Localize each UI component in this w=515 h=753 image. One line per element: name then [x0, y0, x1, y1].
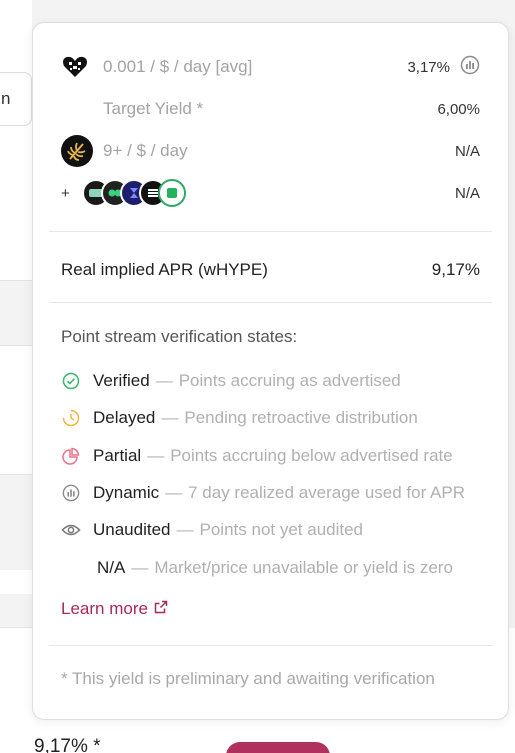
yield-row-others: + N/A [61, 179, 480, 207]
real-apr-value: 9,17% [431, 260, 480, 279]
state-partial: Partial — Points accruing below advertis… [61, 443, 488, 469]
background-select-button[interactable]: n [0, 72, 32, 126]
yield-row-hype: 0.001 / $ / day [avg] 3,17% [61, 53, 480, 81]
state-name: Delayed [93, 408, 156, 427]
background-panel-top [0, 0, 32, 280]
footnote: * This yield is preliminary and awaiting… [61, 669, 435, 688]
state-name: Dynamic [93, 483, 160, 502]
clock-icon [61, 408, 81, 428]
real-apr-row: Real implied APR (wHYPE) 9,17% [61, 255, 480, 285]
state-delayed: Delayed — Pending retroactive distributi… [61, 405, 488, 431]
yield-row-label: 9+ / $ / day [103, 141, 188, 160]
background-panel-row [0, 570, 32, 594]
state-separator: — [165, 483, 183, 502]
background-apr-value: 9,17% * [34, 736, 101, 753]
yield-row-value: N/A [454, 184, 480, 202]
state-verified: Verified — Points accruing as advertised [61, 368, 488, 394]
apr-breakdown-tooltip: 0.001 / $ / day [avg] 3,17% Target Yield… [32, 22, 509, 720]
external-link-icon [154, 599, 168, 619]
target-yield-label: Target Yield * [103, 99, 204, 118]
state-name: Partial [93, 446, 142, 465]
gold-leaf-logo-icon [61, 135, 93, 167]
eye-icon [61, 520, 81, 540]
state-unaudited: Unaudited — Points not yet audited [61, 517, 488, 543]
yield-row-target: Target Yield * 6,00% [61, 95, 480, 123]
real-apr-label: Real implied APR (wHYPE) [61, 260, 268, 279]
coin-stack [81, 179, 186, 207]
state-na: N/A — Market/price unavailable or yield … [97, 555, 488, 581]
learn-more-label: Learn more [61, 599, 148, 618]
background-divider [0, 474, 34, 475]
state-separator: — [147, 446, 165, 465]
state-name: Verified [93, 371, 150, 390]
state-description: Market/price unavailable or yield is zer… [154, 558, 453, 577]
section-divider [49, 302, 492, 303]
state-separator: — [176, 520, 194, 539]
background-divider [0, 280, 34, 281]
yield-row-label: 0.001 / $ / day [avg] [103, 57, 253, 76]
pie-partial-icon [61, 446, 81, 466]
yield-row-gold: 9+ / $ / day N/A [61, 135, 480, 167]
background-panel-row [0, 346, 32, 474]
state-name: N/A [97, 558, 126, 577]
learn-more-link[interactable]: Learn more [61, 599, 168, 619]
coin-icon-5 [157, 179, 186, 207]
dynamic-chart-icon[interactable] [460, 55, 480, 79]
target-yield-value: 6,00% [437, 100, 480, 118]
background-action-button[interactable] [226, 742, 330, 753]
state-description: Points not yet audited [199, 520, 364, 539]
state-description: 7 day realized average used for APR [188, 483, 466, 502]
yield-row-value: 3,17% [407, 58, 450, 76]
state-separator: — [155, 371, 173, 390]
bar-chart-circle-icon [61, 483, 81, 503]
state-dynamic: Dynamic — 7 day realized average used fo… [61, 480, 488, 506]
state-description: Pending retroactive distribution [184, 408, 418, 427]
plus-sign: + [61, 184, 70, 202]
state-separator: — [131, 558, 149, 577]
state-description: Points accruing as advertised [178, 371, 401, 390]
check-circle-icon [61, 371, 81, 391]
section-divider [49, 231, 492, 232]
background-button-text: n [1, 89, 11, 108]
hype-logo-icon [61, 53, 89, 81]
state-separator: — [161, 408, 179, 427]
section-divider [49, 645, 492, 646]
state-description: Points accruing below advertised rate [170, 446, 453, 465]
verification-states-title: Point stream verification states: [61, 327, 298, 346]
state-name: Unaudited [93, 520, 171, 539]
yield-row-value: N/A [454, 142, 480, 160]
